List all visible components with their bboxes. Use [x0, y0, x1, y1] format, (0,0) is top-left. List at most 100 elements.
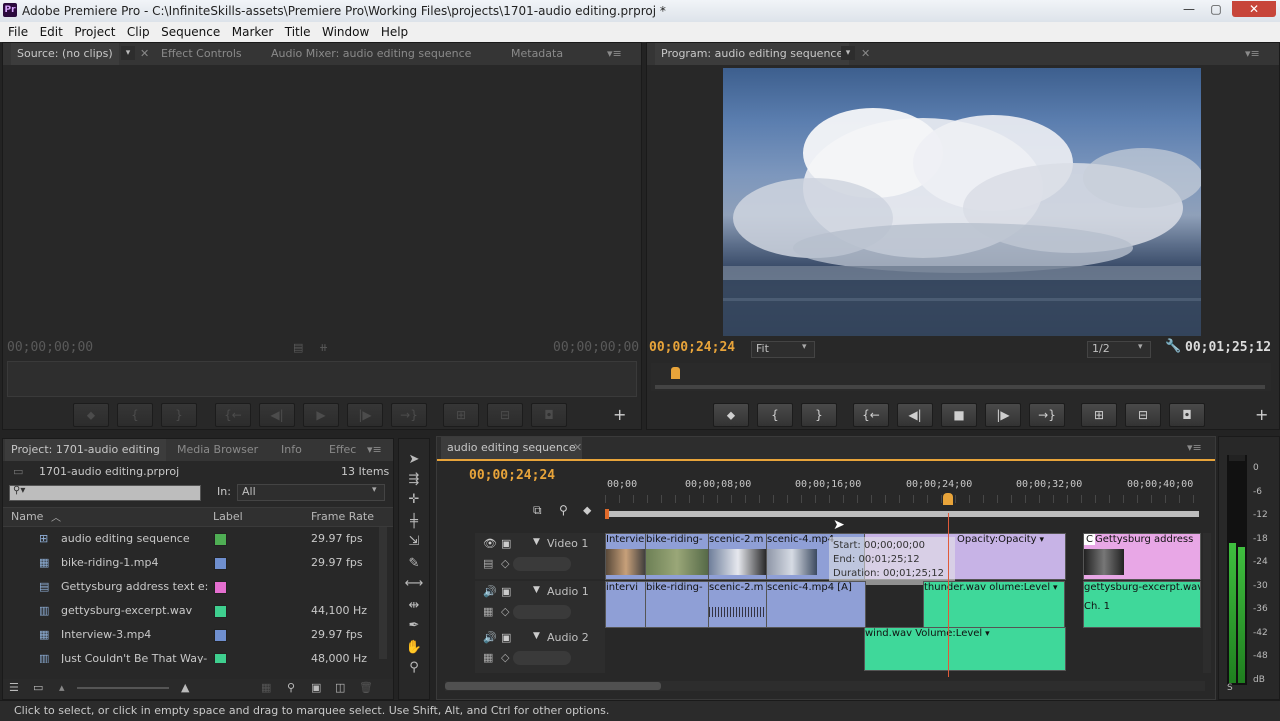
list-view-icon[interactable]: ☰	[9, 681, 19, 694]
program-mark-out-button[interactable]: }	[801, 403, 837, 427]
track-select-tool-icon[interactable]: ⇶	[404, 471, 424, 489]
menu-window[interactable]: Window	[322, 22, 369, 42]
clear-icon[interactable]: 🗑	[359, 681, 373, 694]
program-export-frame-button[interactable]: ◘	[1169, 403, 1205, 427]
waveform-display-icon[interactable]: ▦	[483, 651, 493, 664]
wrench-icon[interactable]: 🔧	[1165, 339, 1181, 354]
tab-program[interactable]: Program: audio editing sequence	[655, 43, 850, 65]
source-mark-in-button[interactable]: {	[117, 403, 153, 427]
pen-tool-icon[interactable]: ✒	[404, 617, 424, 635]
tab-source[interactable]: Source: (no clips)	[11, 43, 119, 65]
label-color-swatch[interactable]	[214, 581, 227, 594]
hand-tool-icon[interactable]: ✋	[404, 639, 424, 657]
clip-indicator[interactable]	[1229, 455, 1245, 461]
opacity-dropdown[interactable]: Opacity:Opacity	[957, 534, 1037, 545]
tab-metadata[interactable]: Metadata	[511, 43, 563, 65]
audio-clip-gettysburg-excerpt[interactable]: gettysburg-excerpt.wav Ch. 1	[1083, 581, 1201, 628]
label-color-swatch[interactable]	[214, 605, 227, 618]
audio1-collapse-icon[interactable]: ▼	[533, 585, 540, 595]
program-zoom-bar[interactable]	[655, 385, 1265, 389]
program-extract-button[interactable]: ⊟	[1125, 403, 1161, 427]
volume-level-dropdown[interactable]: olume:Level	[989, 582, 1050, 593]
keyframe-icon[interactable]: ◇	[501, 651, 509, 664]
timeline-panel-menu-icon[interactable]: ▾≡	[1187, 437, 1202, 459]
slide-tool-icon[interactable]: ⇹	[404, 597, 424, 615]
program-timecode-current[interactable]: 00;00;24;24	[649, 340, 735, 355]
volume-chevron-down-icon[interactable]: ▾	[982, 629, 990, 639]
source-step-forward-button[interactable]: |▶	[347, 403, 383, 427]
sequence-tab-close-icon[interactable]: ✕	[573, 437, 582, 459]
razor-tool-icon[interactable]: ✎	[404, 555, 424, 573]
maximize-button[interactable]: ▢	[1203, 1, 1229, 17]
program-add-button-icon[interactable]: +	[1255, 405, 1268, 424]
timeline-scroll-thumb[interactable]	[445, 682, 661, 690]
audio-clip-scenic-2[interactable]: scenic-2.m	[708, 581, 768, 628]
source-timecode-current[interactable]: 00;00;00;00	[7, 340, 93, 355]
in-filter-select[interactable]: All ▾	[237, 484, 385, 501]
new-item-icon[interactable]: ◫	[335, 681, 345, 694]
menu-help[interactable]: Help	[381, 22, 408, 42]
menu-title[interactable]: Title	[285, 22, 311, 42]
program-step-back-button[interactable]: ◀|	[897, 403, 933, 427]
source-zoom-icon[interactable]: ▤	[293, 341, 303, 354]
minimize-button[interactable]: —	[1176, 1, 1202, 17]
speaker-icon[interactable]: 🔊	[483, 585, 497, 598]
meter-solo-button[interactable]: S	[1227, 683, 1233, 693]
menu-sequence[interactable]: Sequence	[161, 22, 220, 42]
program-dropdown-icon[interactable]: ▾	[841, 46, 855, 60]
zoom-in-icon[interactable]: ▲	[181, 681, 189, 694]
program-stop-button[interactable]: ■	[941, 403, 977, 427]
source-dropdown-icon[interactable]: ▾	[121, 46, 135, 60]
zoom-tool-icon[interactable]: ⚲	[404, 659, 424, 677]
project-item-row[interactable]: ▦ bike-riding-1.mp4 29.97 fps	[3, 551, 375, 575]
tab-info[interactable]: Info	[281, 439, 302, 461]
waveform-display-icon[interactable]: ▦	[483, 605, 493, 618]
tab-audio-mixer[interactable]: Audio Mixer: audio editing sequence	[271, 43, 471, 65]
tab-effects[interactable]: Effec	[329, 439, 356, 461]
program-lift-button[interactable]: ⊞	[1081, 403, 1117, 427]
timeline-timecode[interactable]: 00;00;24;24	[469, 468, 555, 483]
source-step-back-button[interactable]: ◀|	[259, 403, 295, 427]
project-item-row[interactable]: ▥ gettysburg-excerpt.wav 44,100 Hz	[3, 599, 375, 623]
source-settings-icon[interactable]: ⧺	[319, 341, 328, 354]
column-name-header[interactable]: Name	[11, 510, 43, 523]
label-color-swatch[interactable]	[214, 533, 227, 546]
project-item-row[interactable]: ▦ Interview-3.mp4 29.97 fps	[3, 623, 375, 647]
audio-clip-scenic-4[interactable]: scenic-4.mp4 [A]	[766, 581, 866, 628]
project-item-row[interactable]: ⊞ audio editing sequence 29.97 fps	[3, 527, 375, 551]
source-go-to-in-button[interactable]: {←	[215, 403, 251, 427]
program-go-to-in-button[interactable]: {←	[853, 403, 889, 427]
menu-marker[interactable]: Marker	[232, 22, 273, 42]
lock-icon[interactable]: ▣	[501, 585, 511, 598]
add-marker-icon[interactable]: ⚲	[559, 503, 568, 517]
project-item-row[interactable]: ▤ Gettysburg address text e:	[3, 575, 375, 599]
panel-menu-icon[interactable]: ▾≡	[607, 43, 622, 65]
rate-stretch-tool-icon[interactable]: ⇲	[404, 533, 424, 551]
project-search-input[interactable]: ⚲▾	[9, 485, 201, 501]
lock-icon[interactable]: ▣	[501, 631, 511, 644]
ripple-edit-tool-icon[interactable]: ✛	[404, 491, 424, 509]
video-clip-interview[interactable]: Intervie	[605, 533, 647, 580]
opacity-chevron-down-icon[interactable]: ▾	[1037, 535, 1044, 545]
snap-icon[interactable]: ⧉	[533, 503, 542, 518]
timeline-ruler[interactable]: 00;00 00;00;08;00 00;00;16;00 00;00;24;0…	[605, 477, 1201, 519]
keyframe-icon[interactable]: ◇	[501, 557, 509, 570]
sort-ascending-icon[interactable]: ︿	[51, 509, 61, 524]
menu-project[interactable]: Project	[74, 22, 115, 42]
video1-track-name[interactable]: Video 1	[547, 537, 588, 550]
timeline-scrollbar[interactable]	[445, 681, 1205, 691]
zoom-out-icon[interactable]: ▴	[59, 681, 65, 694]
column-label-header[interactable]: Label	[213, 510, 243, 523]
label-color-swatch[interactable]	[214, 557, 227, 570]
marker-icon[interactable]: ⬥	[583, 503, 591, 518]
source-overwrite-button[interactable]: ⊟	[487, 403, 523, 427]
audio-clip-interview[interactable]: intervi	[605, 581, 647, 628]
work-area-start-handle[interactable]	[605, 509, 609, 519]
tab-effect-controls[interactable]: Effect Controls	[161, 43, 242, 65]
resolution-select[interactable]: 1/2 ▾	[1087, 341, 1151, 358]
selection-tool-icon[interactable]: ➤	[404, 451, 424, 469]
column-frame-rate-header[interactable]: Frame Rate	[311, 510, 374, 523]
tab-sequence[interactable]: audio editing sequence	[441, 437, 582, 459]
video-clip-gettysburg-title[interactable]: C Gettysburg address	[1083, 533, 1201, 580]
program-time-ruler[interactable]	[651, 363, 1271, 391]
